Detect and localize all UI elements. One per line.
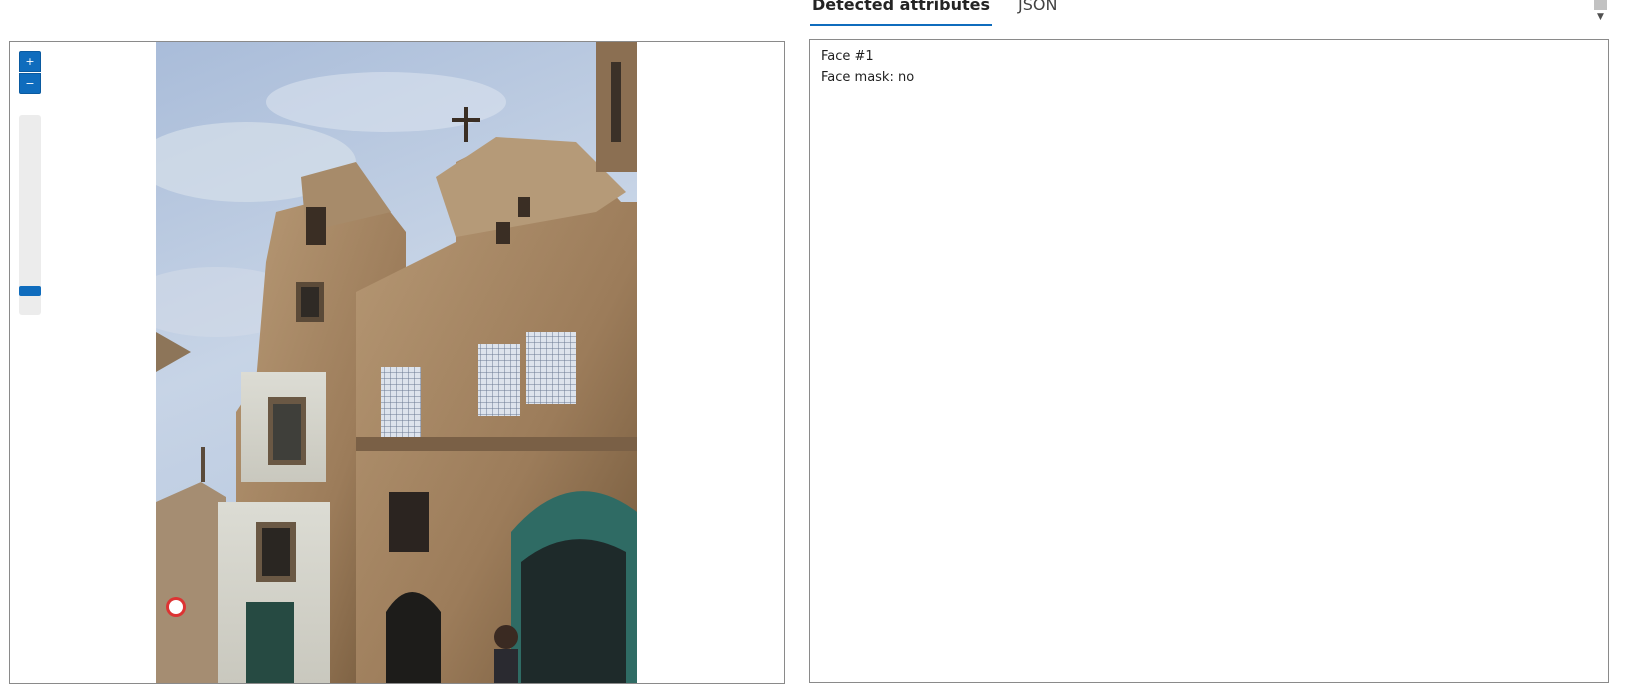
tab-json[interactable]: JSON (1016, 0, 1059, 26)
zoom-slider[interactable] (19, 115, 41, 315)
chevron-down-icon[interactable]: ▼ (1594, 10, 1607, 24)
zoom-out-button[interactable]: − (19, 73, 41, 94)
plus-icon: + (25, 55, 35, 68)
analyzed-photo (156, 42, 637, 683)
zoom-in-button[interactable]: + (19, 51, 41, 72)
minus-icon: − (25, 77, 35, 90)
zoom-slider-thumb[interactable] (19, 286, 41, 296)
result-tabs: Detected attributes JSON (810, 0, 1059, 28)
page-scrollbar-thumb[interactable] (1594, 0, 1607, 10)
detected-attributes-panel: Face #1 Face mask: no (809, 39, 1609, 683)
image-viewer: + − (9, 41, 785, 684)
face-heading: Face #1 (821, 49, 874, 64)
tab-detected-attributes[interactable]: Detected attributes (810, 0, 992, 26)
face-mask-attribute: Face mask: no (821, 70, 915, 85)
